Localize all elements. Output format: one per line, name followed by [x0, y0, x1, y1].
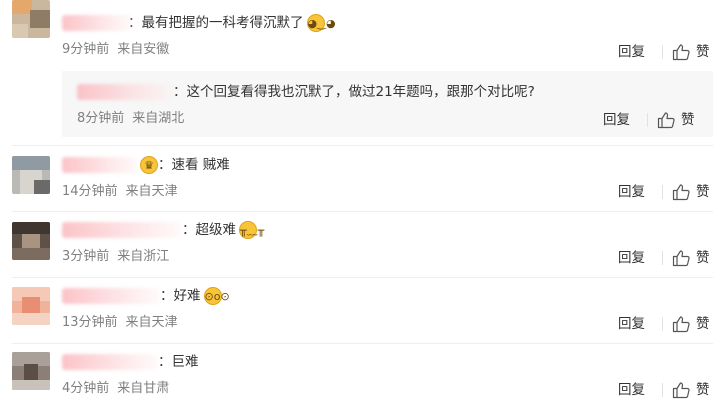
comment-body: ：巨难 [62, 352, 199, 372]
comment-meta: 3分钟前 来自浙江 [62, 248, 169, 266]
like-button[interactable]: 赞 [672, 248, 718, 268]
thumbs-up-icon [672, 316, 690, 333]
comment-location: 来自浙江 [117, 249, 170, 264]
comment-item: ：好难 ⊙o⊙ 13分钟前 来自天津 回复 赞 [0, 278, 725, 344]
thumbs-up-icon [672, 184, 690, 201]
comment-username[interactable] [62, 220, 182, 240]
comment-item: ：超级难 ╥﹏╥ 3分钟前 来自浙江 回复 赞 [0, 212, 725, 278]
thumbs-up-icon [672, 250, 690, 267]
comment-time: 13分钟前 [62, 315, 118, 330]
avatar[interactable] [12, 352, 50, 390]
awkward-face-emoji-icon: ◕‿◕ [306, 14, 336, 32]
comment-location: 来自天津 [125, 315, 178, 330]
comment-text: 最有把握的一科考得沉默了 [141, 15, 304, 31]
like-button[interactable]: 赞 [672, 182, 718, 202]
reply-button[interactable]: 回复 [618, 380, 645, 400]
comment-actions: 回复 赞 [618, 182, 718, 202]
comment-meta: 13分钟前 来自天津 [62, 314, 178, 332]
sub-reply: ：这个回复看得我也沉默了，做过21年题吗，跟那个对比呢? 8分钟前 来自湖北 回复… [62, 71, 713, 137]
comment-meta: 14分钟前 来自天津 [62, 183, 178, 201]
divider [662, 317, 663, 331]
comment-body: ：超级难 ╥﹏╥ [62, 220, 264, 240]
colon: ： [160, 288, 174, 304]
comment-text: 超级难 [195, 222, 237, 238]
comment-item: ♛ ：速看 贼难 14分钟前 来自天津 回复 赞 [0, 146, 725, 212]
comment-text: 巨难 [171, 354, 199, 370]
sub-reply-username[interactable] [77, 82, 173, 102]
comment-meta: 4分钟前 来自甘肃 [62, 380, 169, 398]
reply-button[interactable]: 回复 [618, 314, 645, 334]
thumbs-up-icon [672, 44, 690, 61]
like-label: 赞 [696, 44, 710, 60]
sub-reply-time: 8分钟前 [77, 111, 125, 126]
sub-reply-text: 这个回复看得我也沉默了，做过21年题吗，跟那个对比呢? [186, 84, 535, 100]
avatar[interactable] [12, 287, 50, 325]
thumbs-up-icon [672, 382, 690, 399]
reply-button[interactable]: 回复 [603, 110, 630, 130]
like-label: 赞 [696, 184, 710, 200]
divider [662, 45, 663, 59]
avatar[interactable] [12, 156, 50, 194]
divider [662, 251, 663, 265]
like-label: 赞 [696, 316, 710, 332]
like-label: 赞 [696, 382, 710, 398]
sub-reply-meta: 8分钟前 来自湖北 [77, 110, 184, 128]
reply-button[interactable]: 回复 [618, 248, 645, 268]
comment-actions: 回复 赞 [618, 248, 718, 268]
crying-face-emoji-icon: ╥﹏╥ [239, 221, 264, 239]
crown-face-emoji-icon: ♛ [140, 156, 158, 174]
comment-username[interactable] [62, 352, 158, 372]
divider [662, 383, 663, 397]
sub-reply-body: ：这个回复看得我也沉默了，做过21年题吗，跟那个对比呢? [77, 82, 535, 102]
comment-actions: 回复 赞 [618, 380, 718, 400]
comment-text: 好难 [173, 288, 201, 304]
comment-body: ：好难 ⊙o⊙ [62, 286, 230, 306]
like-label: 赞 [696, 250, 710, 266]
comment-item: ：巨难 4分钟前 来自甘肃 回复 赞 [0, 344, 725, 409]
comment-username[interactable] [62, 13, 132, 33]
comment-body: ♛ ：速看 贼难 [62, 155, 230, 175]
reply-button[interactable]: 回复 [618, 182, 645, 202]
comment-username[interactable] [62, 155, 138, 175]
comment-item: ：最有把握的一科考得沉默了 ◕‿◕ 9分钟前 来自安徽 回复 赞 ：这个回复看得我也… [0, 0, 725, 152]
divider [647, 113, 648, 127]
shocked-face-emoji-icon: ⊙o⊙ [203, 287, 230, 305]
like-button[interactable]: 赞 [672, 314, 718, 334]
like-label: 赞 [681, 112, 695, 128]
comment-actions: 回复 赞 [618, 314, 718, 334]
comment-text: 速看 贼难 [171, 157, 230, 173]
comment-time: 14分钟前 [62, 184, 118, 199]
sub-reply-actions: 回复 赞 [603, 110, 703, 130]
colon: ： [158, 354, 172, 370]
colon: ： [182, 222, 196, 238]
comment-time: 9分钟前 [62, 42, 110, 57]
avatar[interactable] [12, 0, 50, 38]
avatar[interactable] [12, 222, 50, 260]
comment-username[interactable] [62, 286, 160, 306]
like-button[interactable]: 赞 [672, 380, 718, 400]
colon: ： [158, 157, 172, 173]
comment-location: 来自甘肃 [117, 381, 170, 396]
colon: ： [173, 84, 187, 100]
comment-time: 3分钟前 [62, 249, 110, 264]
comment-body: ：最有把握的一科考得沉默了 ◕‿◕ [62, 13, 336, 33]
comment-location: 来自安徽 [117, 42, 170, 57]
comment-actions: 回复 赞 [618, 42, 718, 62]
sub-reply-location: 来自湖北 [132, 111, 185, 126]
reply-button[interactable]: 回复 [618, 42, 645, 62]
thumbs-up-icon [657, 112, 675, 129]
like-button[interactable]: 赞 [672, 42, 718, 62]
divider [662, 185, 663, 199]
comment-location: 来自天津 [125, 184, 178, 199]
comment-time: 4分钟前 [62, 381, 110, 396]
comment-meta: 9分钟前 来自安徽 [62, 41, 169, 59]
like-button[interactable]: 赞 [657, 110, 703, 130]
